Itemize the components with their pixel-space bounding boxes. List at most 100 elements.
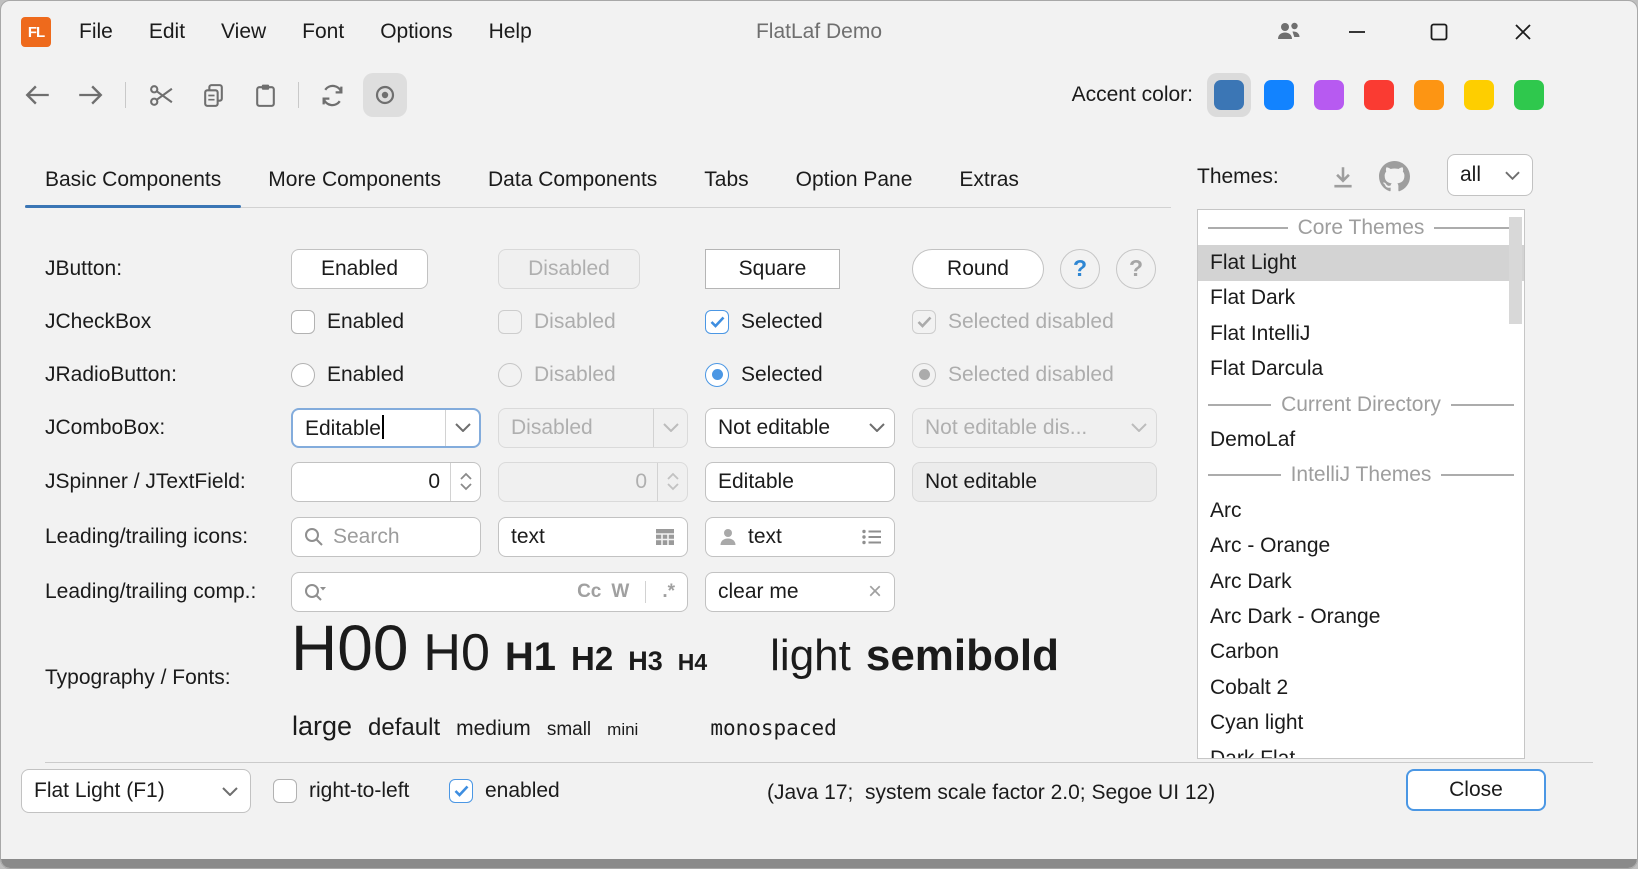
theme-item-arc-dark[interactable]: Arc Dark [1198,564,1524,599]
theme-item-flat-light[interactable]: Flat Light [1198,245,1524,280]
checkbox-selected[interactable]: Selected [705,310,895,334]
theme-item-cobalt-2[interactable]: Cobalt 2 [1198,670,1524,705]
theme-item-cyan-light[interactable]: Cyan light [1198,705,1524,740]
menu-font[interactable]: Font [302,20,344,44]
medium-sample: medium [456,717,531,741]
checkbox-box-checked[interactable] [705,310,729,334]
tab-tabs[interactable]: Tabs [684,152,768,207]
theme-item-demolaf[interactable]: DemoLaf [1198,422,1524,457]
square-button[interactable]: Square [705,249,840,289]
radio-circle[interactable] [291,363,315,387]
accent-swatch-red[interactable] [1357,73,1401,117]
checkbox-box[interactable] [291,310,315,334]
textfield-editable[interactable]: Editable [705,462,895,502]
whole-word-button[interactable]: W [611,581,629,603]
monospaced-sample: monospaced [710,716,836,740]
accent-swatch-blue[interactable] [1257,73,1301,117]
titlebar: FL File Edit View Font Options Help Flat… [1,1,1637,63]
tab-extras[interactable]: Extras [939,152,1039,207]
radio-enabled[interactable]: Enabled [291,363,481,387]
help-button[interactable]: ? [1060,249,1100,289]
accent-swatch-orange[interactable] [1407,73,1451,117]
theme-item-flat-intellij[interactable]: Flat IntelliJ [1198,316,1524,351]
field-separator [645,581,646,603]
large-sample: large [292,711,352,742]
search-field[interactable]: Search [291,517,481,557]
cut-icon[interactable] [146,80,176,110]
menu-help[interactable]: Help [489,20,532,44]
back-icon[interactable] [23,80,53,110]
search-field-with-options[interactable]: Cc W .* [291,572,688,612]
menu-edit[interactable]: Edit [149,20,185,44]
show-hidden-toggle[interactable] [363,73,407,117]
window-bottom-edge [1,859,1637,868]
github-icon[interactable] [1379,161,1410,192]
themes-filter-value: all [1460,163,1481,187]
enabled-checkbox[interactable]: enabled [449,779,560,803]
minimize-button[interactable] [1339,14,1375,50]
theme-item-flat-darcula[interactable]: Flat Darcula [1198,352,1524,387]
theme-item-dark-flat[interactable]: Dark Flat [1198,741,1524,759]
theme-item-flat-dark[interactable]: Flat Dark [1198,281,1524,316]
text-field-with-table-icon[interactable]: text [498,517,688,557]
regex-button[interactable]: .* [662,581,675,603]
enabled-button[interactable]: Enabled [291,249,428,289]
default-sample: default [368,714,440,742]
accent-swatch-yellow[interactable] [1457,73,1501,117]
download-icon[interactable] [1329,163,1357,191]
tab-more-components[interactable]: More Components [248,152,461,207]
leading-trailing-icons-label: Leading/trailing icons: [45,525,274,549]
spinner[interactable]: 0 [291,462,481,502]
maximize-button[interactable] [1421,14,1457,50]
theme-item-arc[interactable]: Arc [1198,493,1524,528]
spinner-buttons [657,463,687,501]
themes-filter-combobox[interactable]: all [1447,154,1533,196]
radio-selected[interactable]: Selected [705,363,895,387]
users-icon[interactable] [1271,14,1307,50]
close-button[interactable]: Close [1406,769,1546,811]
round-button[interactable]: Round [912,249,1044,289]
menu-options[interactable]: Options [380,20,452,44]
combobox-editable[interactable]: Editable [291,408,481,448]
menu-view[interactable]: View [221,20,266,44]
match-case-button[interactable]: Cc [577,581,601,603]
spinner-buttons[interactable] [450,463,480,501]
themes-separator: IntelliJ Themes [1198,458,1524,493]
checkbox-box [498,310,522,334]
text-field-with-user-icon[interactable]: text [705,517,895,557]
refresh-icon[interactable] [317,80,347,110]
checkbox-enabled[interactable]: Enabled [291,310,481,334]
accent-swatch-purple[interactable] [1307,73,1351,117]
close-window-button[interactable] [1505,14,1541,50]
clear-icon[interactable]: × [868,580,882,604]
menu-file[interactable]: File [79,20,113,44]
jradiobutton-label: JRadioButton: [45,363,274,387]
clearable-field[interactable]: clear me × [705,572,895,612]
chevron-down-icon [455,423,471,432]
paste-icon[interactable] [250,80,280,110]
textfield-not-editable: Not editable [912,462,1157,502]
theme-item-arc-dark-orange[interactable]: Arc Dark - Orange [1198,599,1524,634]
chevron-up-icon [666,472,680,480]
radio-circle [498,363,522,387]
combobox-not-editable[interactable]: Not editable [705,408,895,448]
accent-swatch-blue-steel[interactable] [1207,73,1251,117]
tab-data-components[interactable]: Data Components [468,152,677,207]
rtl-checkbox[interactable]: right-to-left [273,779,409,803]
theme-item-arc-orange[interactable]: Arc - Orange [1198,529,1524,564]
checkbox-selected-disabled: Selected disabled [912,310,1157,334]
forward-icon[interactable] [75,80,105,110]
themes-scrollbar-thumb[interactable] [1509,217,1522,324]
themes-list: Core Themes Flat Light Flat Dark Flat In… [1197,209,1525,759]
theme-item-carbon[interactable]: Carbon [1198,635,1524,670]
radio-circle-selected[interactable] [705,363,729,387]
tab-basic-components[interactable]: Basic Components [25,152,241,207]
checkbox-box[interactable] [273,779,297,803]
main-tabbar: Basic Components More Components Data Co… [25,152,1171,208]
checkbox-box-checked[interactable] [449,779,473,803]
laf-selector-combobox[interactable]: Flat Light (F1) [21,769,251,813]
laf-selector-value: Flat Light (F1) [34,779,165,803]
copy-icon[interactable] [198,80,228,110]
accent-swatch-green[interactable] [1507,73,1551,117]
tab-option-pane[interactable]: Option Pane [776,152,933,207]
